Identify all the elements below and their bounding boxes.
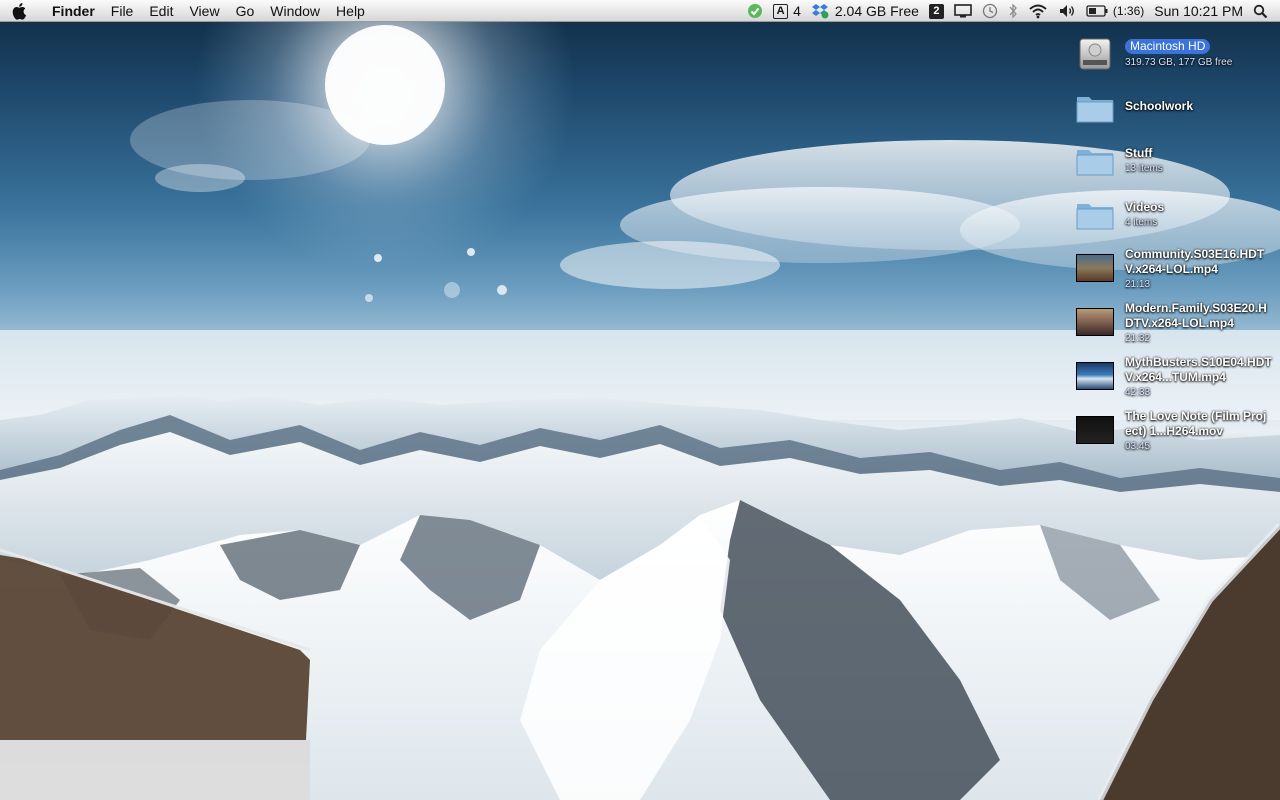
desktop-item-mythbusters-video[interactable]: MythBusters.S10E04.HDTV.x264...TUM.mp4 4…	[1074, 355, 1280, 400]
desktop-item-name: Stuff	[1125, 146, 1153, 160]
desktop-item-name: Videos	[1125, 200, 1165, 214]
menu-bar: Finder File Edit View Go Window Help A 4…	[0, 0, 1280, 22]
disk-free-text: 2.04 GB Free	[834, 3, 919, 19]
disk-free-status[interactable]: 2.04 GB Free	[806, 0, 924, 22]
battery-status[interactable]: (1:36)	[1081, 0, 1149, 22]
desktop-item-modern-family-video[interactable]: Modern.Family.S03E20.HDTV.x264-LOL.mp4 2…	[1074, 301, 1280, 346]
desktop-item-info: 42:33	[1125, 387, 1151, 398]
desktop-item-love-note-video[interactable]: The Love Note (Film Project) 1...H264.mo…	[1074, 409, 1280, 454]
desktop-item-macintosh-hd[interactable]: Macintosh HD 319.73 GB, 177 GB free	[1074, 33, 1280, 75]
desktop-item-info: 319.73 GB, 177 GB free	[1125, 57, 1233, 68]
menu-help[interactable]: Help	[328, 0, 373, 22]
clock[interactable]: Sun 10:21 PM	[1149, 0, 1248, 22]
apple-menu-icon[interactable]	[0, 0, 40, 22]
adobe-count: 4	[793, 3, 801, 19]
menu-file[interactable]: File	[103, 0, 142, 22]
desktop-item-name: The Love Note (Film Project) 1...H264.mo…	[1125, 409, 1267, 438]
wifi-icon[interactable]	[1023, 0, 1053, 22]
battery-time: (1:36)	[1112, 4, 1145, 18]
menu-app-name[interactable]: Finder	[40, 0, 103, 22]
desktop-item-info: 13 items	[1125, 163, 1163, 174]
desktop-item-schoolwork[interactable]: Schoolwork	[1074, 87, 1280, 129]
battery-icon	[1086, 5, 1108, 17]
time-machine-icon[interactable]	[977, 0, 1003, 22]
video-thumbnail-icon	[1074, 301, 1116, 343]
display-icon[interactable]	[949, 0, 977, 22]
spaces-indicator[interactable]: 2	[924, 0, 949, 22]
spotlight-search-icon[interactable]	[1248, 0, 1280, 22]
clock-text: Sun 10:21 PM	[1154, 3, 1243, 19]
folder-icon	[1074, 194, 1116, 236]
spaces-number: 2	[928, 3, 944, 19]
menu-edit[interactable]: Edit	[141, 0, 181, 22]
hard-drive-icon	[1074, 33, 1116, 75]
video-thumbnail-icon	[1074, 409, 1116, 451]
desktop-item-info: 21:32	[1125, 333, 1151, 344]
folder-icon	[1074, 140, 1116, 182]
video-thumbnail-icon	[1074, 247, 1116, 289]
desktop-item-name: Modern.Family.S03E20.HDTV.x264-LOL.mp4	[1125, 301, 1267, 330]
desktop-item-videos[interactable]: Videos 4 items	[1074, 194, 1280, 236]
desktop-item-info: 21:13	[1125, 279, 1151, 290]
folder-icon	[1074, 87, 1116, 129]
desktop-item-name: Community.S03E16.HDTV.x264-LOL.mp4	[1125, 247, 1265, 276]
menu-window[interactable]: Window	[262, 0, 328, 22]
menu-view[interactable]: View	[181, 0, 227, 22]
desktop-item-community-video[interactable]: Community.S03E16.HDTV.x264-LOL.mp4 21:13	[1074, 247, 1280, 292]
volume-icon[interactable]	[1053, 0, 1081, 22]
evernote-icon[interactable]	[742, 0, 768, 22]
bluetooth-icon[interactable]	[1003, 0, 1023, 22]
desktop-item-name: MythBusters.S10E04.HDTV.x264...TUM.mp4	[1125, 355, 1272, 384]
desktop-item-name: Schoolwork	[1125, 99, 1194, 113]
desktop-item-info: 4 items	[1125, 217, 1158, 228]
desktop-item-name: Macintosh HD	[1125, 39, 1211, 54]
desktop-item-stuff[interactable]: Stuff 13 items	[1074, 140, 1280, 182]
desktop-item-info: 03:45	[1125, 441, 1151, 452]
adobe-updater-status[interactable]: A 4	[768, 0, 806, 22]
dropbox-icon	[811, 4, 829, 19]
video-thumbnail-icon	[1074, 355, 1116, 397]
menu-go[interactable]: Go	[228, 0, 263, 22]
adobe-icon: A	[773, 3, 789, 19]
